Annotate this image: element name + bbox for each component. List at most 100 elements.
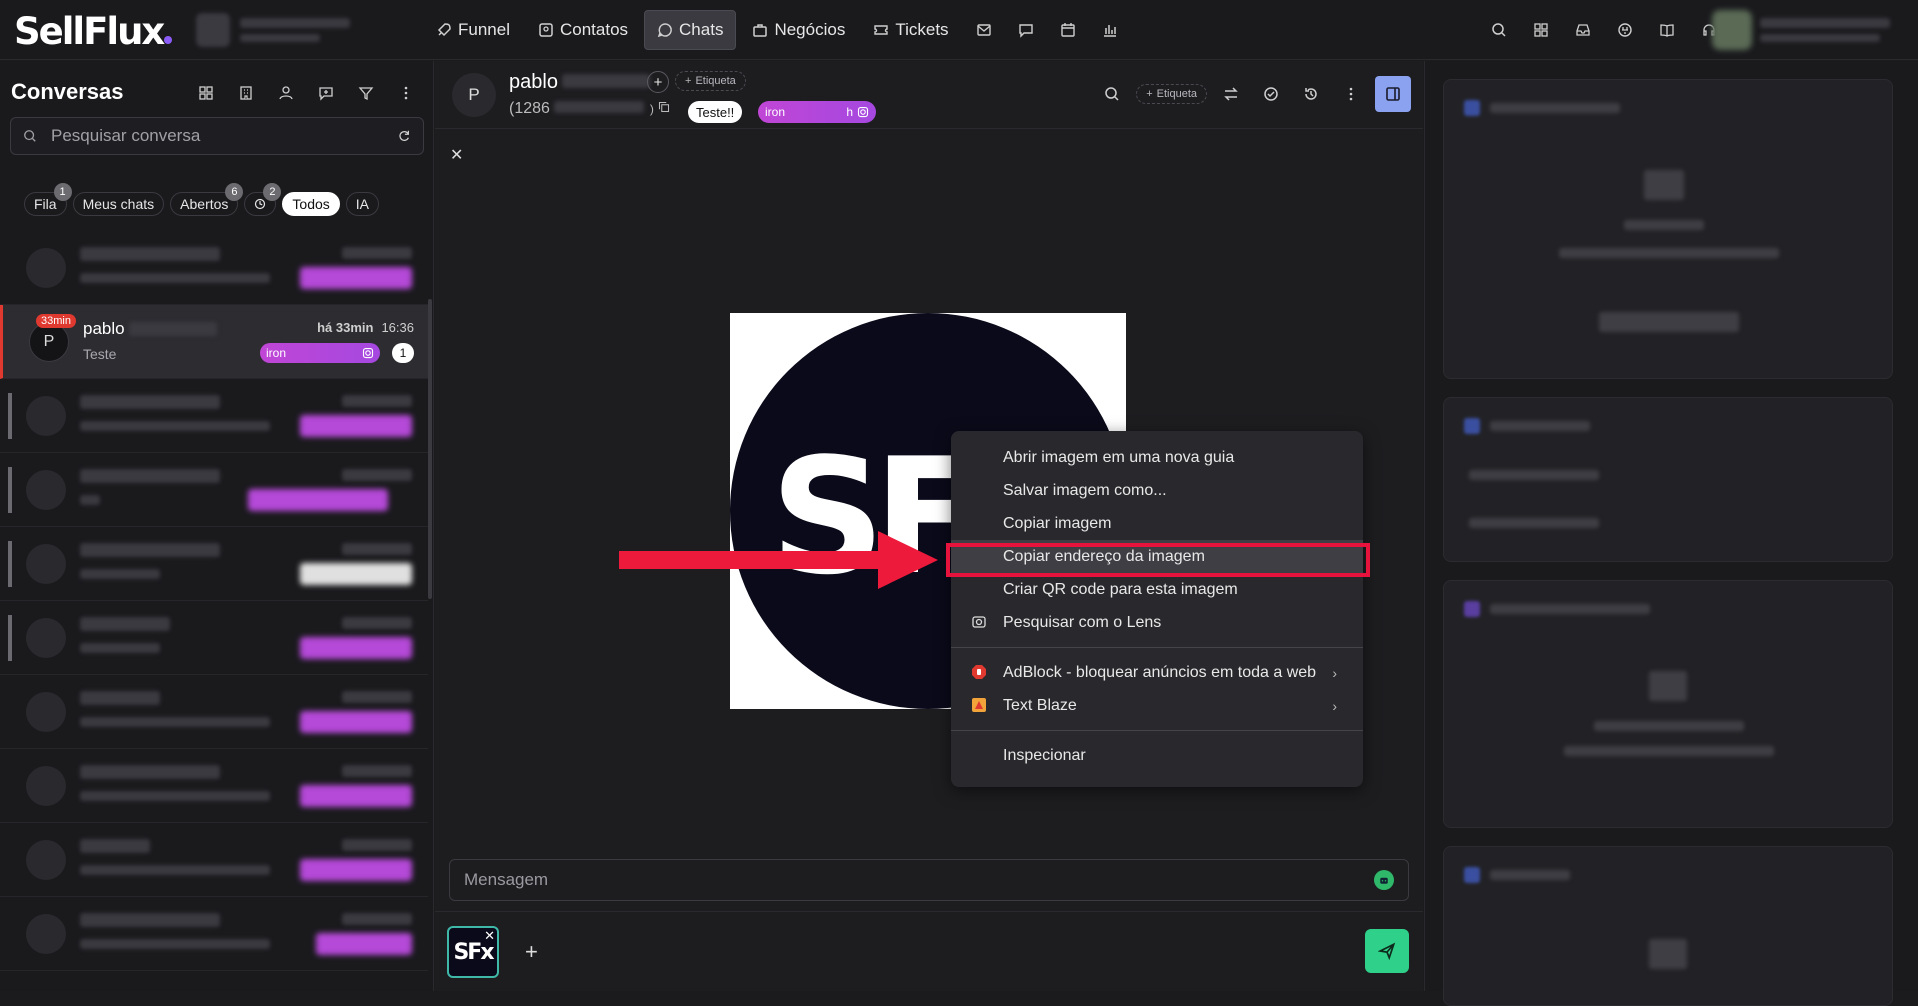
chip-meus-chats[interactable]: Meus chats: [72, 192, 165, 216]
contacts-icon: [538, 22, 554, 38]
filter-icon[interactable]: [352, 79, 380, 107]
list-item[interactable]: [0, 601, 428, 675]
chat-bubble-icon: [657, 22, 673, 38]
send-icon: [1378, 942, 1396, 960]
user-menu[interactable]: [1712, 10, 1890, 50]
nav-contatos[interactable]: Contatos: [526, 10, 640, 50]
copy-icon[interactable]: [658, 101, 670, 113]
global-search[interactable]: [1480, 10, 1518, 50]
nav-messages[interactable]: [1007, 10, 1045, 50]
sidebar-panel-icon: [1377, 78, 1409, 110]
annotation-highlight-box: [946, 543, 1370, 577]
avatar: [26, 692, 66, 732]
chip-fila[interactable]: Fila 1: [24, 183, 72, 216]
avatar: [26, 470, 66, 510]
attachment-thumbnail[interactable]: SFx ✕: [447, 926, 499, 978]
chip-label: Meus chats: [82, 196, 155, 212]
nav-calendar[interactable]: [1049, 10, 1087, 50]
plug-icon: [1617, 22, 1633, 38]
apps-grid[interactable]: [1522, 10, 1560, 50]
menu-save-image-as[interactable]: Salvar imagem como...: [951, 474, 1363, 507]
close-preview-button[interactable]: ✕: [450, 145, 463, 165]
chip-label: IA: [355, 196, 369, 212]
transfer-icon[interactable]: [1215, 78, 1247, 110]
chip-pending[interactable]: 2: [244, 183, 282, 216]
menu-copy-image[interactable]: Copiar imagem: [951, 507, 1363, 540]
remove-attachment-icon[interactable]: ✕: [484, 928, 495, 944]
list-item[interactable]: [0, 453, 428, 527]
integrations[interactable]: [1606, 10, 1644, 50]
menu-adblock[interactable]: AdBlock - bloquear anúncios em toda a we…: [951, 656, 1363, 689]
menu-create-qr-code[interactable]: Criar QR code para esta imagem: [951, 573, 1363, 606]
briefcase-icon: [752, 22, 768, 38]
menu-open-image-new-tab[interactable]: Abrir imagem em uma nova guia: [951, 441, 1363, 474]
avatar: [26, 544, 66, 584]
bot-icon[interactable]: [1374, 870, 1394, 890]
search-icon[interactable]: [1096, 78, 1128, 110]
more-vertical-icon[interactable]: [392, 79, 420, 107]
new-message-icon[interactable]: [312, 79, 340, 107]
avatar: [26, 248, 66, 288]
users-icon[interactable]: [272, 79, 300, 107]
nav-negocios[interactable]: Negócios: [740, 10, 857, 50]
chevron-right-icon: ›: [1332, 664, 1337, 681]
adblock-icon: [971, 664, 987, 680]
check-circle-icon[interactable]: [1255, 78, 1287, 110]
search-input[interactable]: [51, 126, 383, 146]
nav-email[interactable]: [965, 10, 1003, 50]
nav-chats[interactable]: Chats: [644, 10, 737, 50]
brand-logo[interactable]: SellFlux: [14, 10, 173, 53]
instagram-tag[interactable]: iron h: [758, 101, 876, 123]
building-icon[interactable]: [232, 79, 260, 107]
avatar: [26, 840, 66, 880]
list-item[interactable]: [0, 749, 428, 823]
grid-view-icon[interactable]: [192, 79, 220, 107]
chip-abertos[interactable]: Abertos 6: [170, 183, 244, 216]
toggle-side-panel-button[interactable]: [1375, 76, 1411, 112]
add-label-button[interactable]: + Etiqueta: [675, 71, 746, 91]
list-item[interactable]: [0, 379, 428, 453]
lens-icon: [971, 614, 987, 630]
refresh-icon[interactable]: [397, 129, 411, 143]
bar-chart-icon: [1102, 22, 1118, 38]
add-label-button[interactable]: + Etiqueta: [1136, 84, 1207, 104]
avatar: P: [29, 322, 69, 362]
grid-icon: [1533, 22, 1549, 38]
docs[interactable]: [1648, 10, 1686, 50]
conversation-list: P 33min pablo Teste há 33min 16:36 iron 1: [0, 231, 428, 991]
add-attachment-button[interactable]: +: [525, 939, 538, 965]
nav-tickets[interactable]: Tickets: [861, 10, 960, 50]
nav-funnel[interactable]: Funnel: [424, 10, 522, 50]
list-item[interactable]: [0, 231, 428, 305]
list-item[interactable]: [0, 897, 428, 971]
menu-text-blaze[interactable]: Text Blaze ›: [951, 689, 1363, 722]
list-item[interactable]: [0, 675, 428, 749]
inbox[interactable]: [1564, 10, 1602, 50]
text-blaze-icon: [971, 697, 987, 713]
send-button[interactable]: [1365, 929, 1409, 973]
chip-label: Fila: [34, 196, 57, 212]
menu-search-with-lens[interactable]: Pesquisar com o Lens: [951, 606, 1363, 639]
nav-reports[interactable]: [1091, 10, 1129, 50]
list-item-selected[interactable]: P 33min pablo Teste há 33min 16:36 iron 1: [0, 305, 428, 379]
chip-ia[interactable]: IA: [345, 192, 379, 216]
last-message: Teste: [83, 346, 117, 362]
chip-todos[interactable]: Todos: [282, 192, 340, 216]
add-tag-button[interactable]: +: [647, 71, 669, 93]
message-input[interactable]: [464, 870, 1374, 890]
workspace-selector[interactable]: [196, 12, 386, 48]
tag-teste[interactable]: Teste!!: [688, 101, 743, 123]
unread-count: 1: [392, 343, 414, 363]
details-card: [1443, 79, 1893, 379]
menu-inspect[interactable]: Inspecionar: [951, 739, 1363, 772]
history-icon[interactable]: [1295, 78, 1327, 110]
list-scrollbar[interactable]: [428, 299, 432, 599]
annotation-arrow-head: [878, 531, 938, 589]
chip-count: 6: [225, 183, 244, 201]
list-item[interactable]: [0, 527, 428, 601]
chip-label: Abertos: [180, 196, 229, 212]
list-item[interactable]: [0, 823, 428, 897]
avatar: [26, 618, 66, 658]
more-vertical-icon[interactable]: [1335, 78, 1367, 110]
nav-negocios-label: Negócios: [774, 20, 846, 39]
